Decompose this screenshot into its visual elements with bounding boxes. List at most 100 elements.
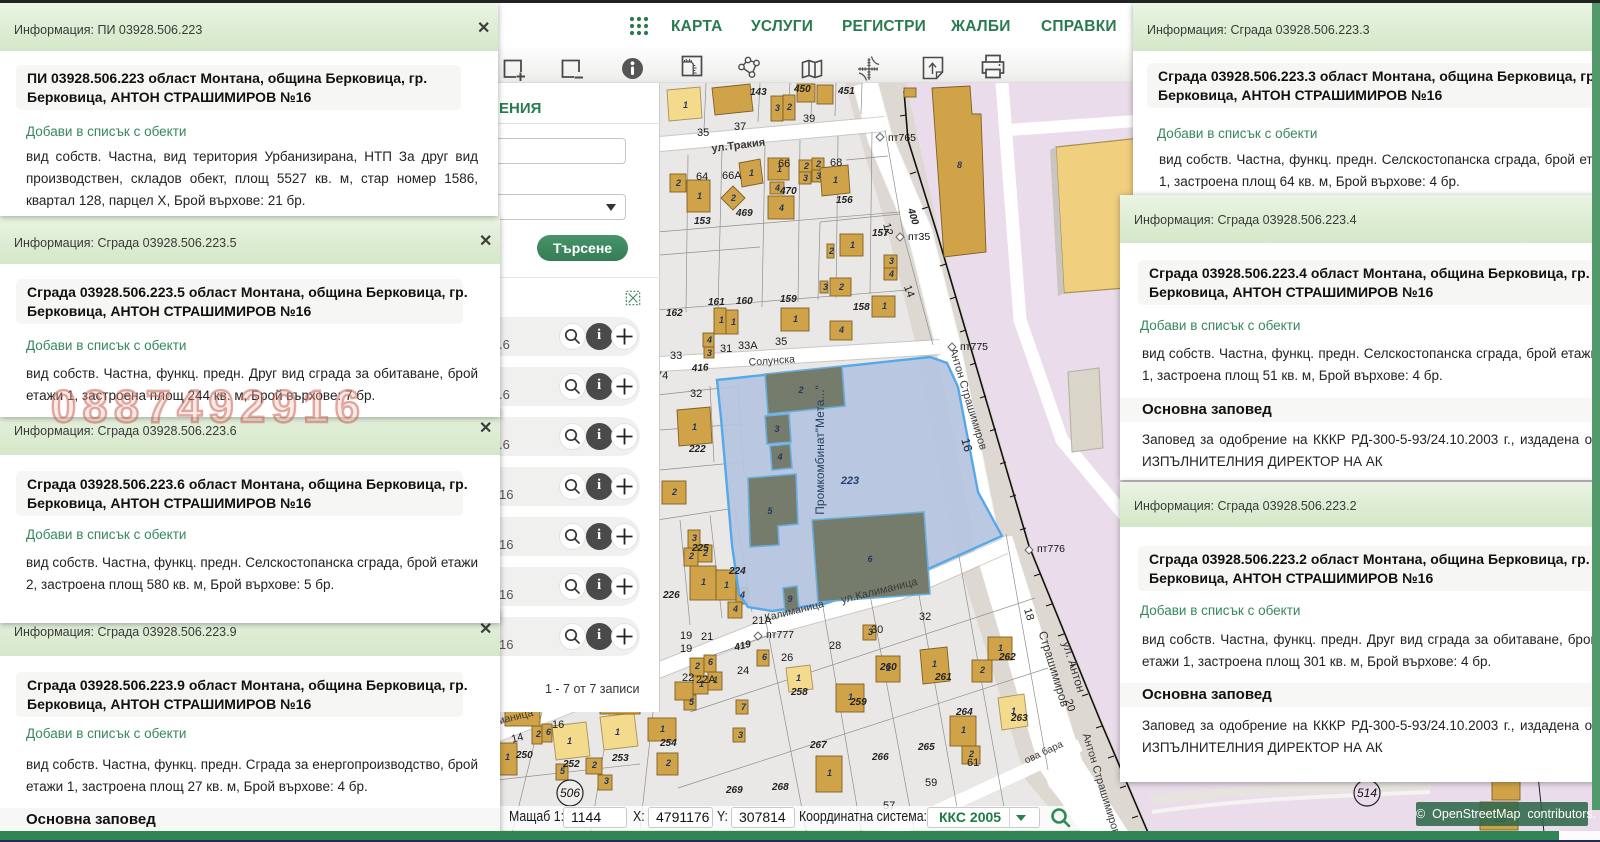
svg-text:156: 156 <box>836 195 853 206</box>
svg-text:3: 3 <box>707 348 712 358</box>
svg-text:3: 3 <box>692 533 697 543</box>
svg-text:143: 143 <box>750 87 767 98</box>
svg-text:258: 258 <box>790 687 808 698</box>
svg-text:21: 21 <box>701 631 713 643</box>
svg-text:3: 3 <box>738 730 743 740</box>
svg-text:222: 222 <box>688 444 706 455</box>
svg-text:2: 2 <box>671 487 677 497</box>
svg-text:2: 2 <box>694 661 700 671</box>
svg-text:262: 262 <box>998 652 1016 663</box>
svg-text:250: 250 <box>515 750 533 761</box>
svg-text:66А: 66А <box>722 170 742 182</box>
svg-text:514: 514 <box>1357 786 1377 800</box>
svg-text:19: 19 <box>680 643 692 655</box>
svg-text:32: 32 <box>690 388 702 400</box>
svg-text:3: 3 <box>889 256 894 266</box>
svg-text:162: 162 <box>666 308 683 319</box>
svg-text:450: 450 <box>793 84 811 95</box>
svg-text:31: 31 <box>720 343 732 355</box>
svg-text:39: 39 <box>803 113 815 125</box>
svg-text:пт765: пт765 <box>888 132 916 144</box>
svg-text:3: 3 <box>604 776 609 786</box>
svg-text:1: 1 <box>615 727 620 737</box>
svg-text:1: 1 <box>683 100 688 110</box>
svg-text:2: 2 <box>675 178 681 188</box>
svg-text:4: 4 <box>706 335 712 345</box>
svg-text:4: 4 <box>778 203 784 213</box>
svg-text:3: 3 <box>823 282 828 292</box>
svg-text:2: 2 <box>702 548 708 558</box>
svg-text:3: 3 <box>803 173 808 183</box>
svg-text:2: 2 <box>979 665 985 675</box>
svg-text:4: 4 <box>838 325 844 335</box>
svg-text:4: 4 <box>888 269 894 279</box>
svg-text:1: 1 <box>697 191 702 201</box>
svg-text:4: 4 <box>732 604 738 614</box>
svg-text:22: 22 <box>682 672 694 684</box>
svg-text:3: 3 <box>816 171 821 181</box>
svg-text:266: 266 <box>871 752 889 763</box>
svg-text:2: 2 <box>803 161 809 171</box>
svg-text:264: 264 <box>955 707 973 718</box>
svg-text:265: 265 <box>917 742 935 753</box>
svg-text:1: 1 <box>833 175 838 185</box>
svg-text:1: 1 <box>932 659 937 669</box>
svg-text:1: 1 <box>660 724 665 734</box>
svg-text:26: 26 <box>781 652 793 664</box>
svg-text:254: 254 <box>659 738 677 749</box>
svg-text:2: 2 <box>665 758 671 768</box>
svg-text:269: 269 <box>725 785 743 796</box>
svg-text:33: 33 <box>670 350 682 362</box>
svg-text:8: 8 <box>957 160 962 170</box>
svg-text:9: 9 <box>787 594 792 604</box>
svg-text:21А: 21А <box>752 615 772 627</box>
svg-text:4: 4 <box>776 452 782 462</box>
svg-text:16: 16 <box>552 719 564 731</box>
svg-text:223: 223 <box>840 475 859 487</box>
svg-text:1: 1 <box>692 422 697 432</box>
svg-text:2: 2 <box>730 193 736 203</box>
svg-text:59: 59 <box>925 777 937 789</box>
svg-text:451: 451 <box>837 86 855 97</box>
svg-text:1: 1 <box>882 301 887 311</box>
svg-text:261: 261 <box>934 672 952 683</box>
svg-text:64: 64 <box>696 171 708 183</box>
svg-text:1: 1 <box>850 240 855 250</box>
svg-text:153: 153 <box>694 216 711 227</box>
svg-text:2: 2 <box>591 760 597 770</box>
svg-text:37: 37 <box>734 121 746 133</box>
svg-text:пт775: пт775 <box>960 341 988 353</box>
svg-text:1: 1 <box>699 679 704 689</box>
svg-text:224: 224 <box>728 566 746 577</box>
svg-text:2: 2 <box>838 282 844 292</box>
svg-text:2: 2 <box>688 551 694 561</box>
svg-text:пт776: пт776 <box>1037 543 1065 555</box>
svg-text:1: 1 <box>961 725 966 735</box>
svg-text:226: 226 <box>662 590 680 601</box>
svg-text:161: 161 <box>708 297 725 308</box>
svg-text:470: 470 <box>779 186 797 197</box>
svg-text:1: 1 <box>724 580 729 590</box>
svg-text:68: 68 <box>830 157 842 169</box>
svg-text:1: 1 <box>713 675 718 685</box>
svg-text:4: 4 <box>739 590 745 600</box>
svg-text:24: 24 <box>737 665 749 677</box>
svg-text:506: 506 <box>560 786 580 800</box>
svg-text:267: 267 <box>809 740 827 751</box>
svg-text:160: 160 <box>736 296 753 307</box>
svg-text:2: 2 <box>968 749 974 759</box>
svg-text:1: 1 <box>848 692 853 702</box>
svg-text:1: 1 <box>793 314 798 324</box>
svg-text:2: 2 <box>786 102 792 112</box>
svg-text:1: 1 <box>505 752 510 762</box>
svg-text:268: 268 <box>771 782 789 793</box>
svg-text:1: 1 <box>827 768 832 778</box>
svg-text:158: 158 <box>853 302 870 313</box>
svg-text:пт35: пт35 <box>908 231 930 243</box>
svg-text:2: 2 <box>797 385 803 395</box>
svg-text:1: 1 <box>749 168 754 178</box>
svg-text:1: 1 <box>731 317 736 327</box>
svg-text:2: 2 <box>828 246 834 256</box>
svg-text:35: 35 <box>775 336 787 348</box>
svg-text:253: 253 <box>611 753 629 764</box>
